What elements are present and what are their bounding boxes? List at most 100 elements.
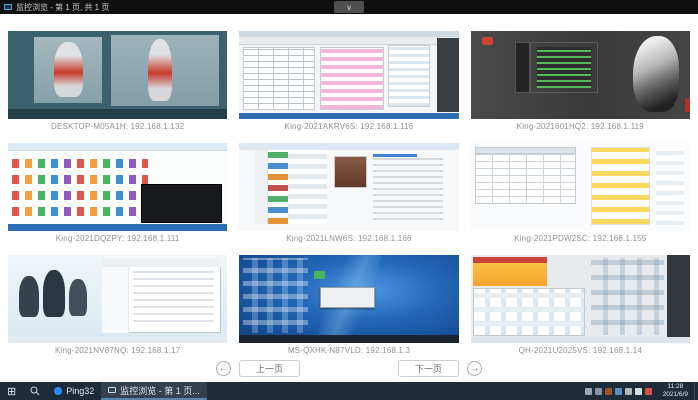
prev-page-group: ← 上一页 bbox=[215, 360, 300, 377]
search-icon bbox=[30, 386, 40, 396]
tray-icon-4[interactable] bbox=[614, 387, 622, 395]
remote-desktop-thumbnail[interactable] bbox=[239, 143, 459, 231]
thumbnail-caption: MS-QXHK-N87VLD: 192.168.1.3 bbox=[287, 346, 411, 355]
monitor-app-label: 监控浏览 - 第 1 页... bbox=[120, 385, 200, 396]
pagination: ← 上一页 下一页 → bbox=[0, 355, 698, 382]
preview-decor bbox=[470, 336, 690, 343]
prev-page-arrow-button[interactable]: ← bbox=[215, 361, 231, 376]
next-page-arrow-button[interactable]: → bbox=[467, 361, 483, 376]
preview-decor bbox=[481, 37, 493, 46]
remote-screen-cell-3[interactable]: King-2021601HQ2: 192.168.1.119 bbox=[470, 31, 690, 131]
preview-decor bbox=[373, 153, 417, 158]
thumbnail-caption: King-2021DQZPY: 192.168.1.111 bbox=[55, 234, 180, 243]
preview-decor bbox=[148, 38, 173, 101]
remote-desktop-thumbnail[interactable] bbox=[239, 255, 459, 343]
remote-desktop-thumbnail[interactable] bbox=[470, 143, 690, 231]
preview-decor bbox=[8, 336, 228, 343]
remote-desktop-thumbnail[interactable] bbox=[470, 255, 690, 343]
screens-grid: DESKTOP-M05A1H: 192.168.1.132 King-2021A… bbox=[0, 14, 698, 355]
windows-logo-icon: ⊞ bbox=[7, 385, 17, 398]
preview-decor bbox=[239, 143, 459, 151]
preview-decor bbox=[54, 42, 83, 97]
preview-decor bbox=[242, 257, 309, 334]
preview-decor bbox=[239, 112, 459, 119]
taskbar-clock[interactable]: 11:28 2021/6/9 bbox=[657, 382, 694, 400]
ping32-app-icon bbox=[54, 387, 63, 395]
start-button[interactable]: ⊞ bbox=[0, 382, 23, 400]
remote-desktop-thumbnail[interactable] bbox=[8, 255, 228, 343]
preview-decor bbox=[373, 153, 444, 224]
preview-decor bbox=[12, 154, 149, 217]
toolbar-dropdown-button[interactable]: ∨ bbox=[334, 1, 364, 13]
preview-decor bbox=[287, 150, 328, 224]
preview-decor bbox=[632, 36, 680, 112]
preview-decor bbox=[320, 286, 376, 308]
remote-desktop-thumbnail[interactable] bbox=[470, 31, 690, 119]
preview-decor bbox=[69, 278, 87, 316]
arrow-right-icon: → bbox=[469, 363, 480, 374]
next-page-group: 下一页 → bbox=[398, 360, 483, 377]
remote-screen-cell-7[interactable]: King-2021NV87NQ: 192.168.1.17 bbox=[8, 255, 228, 355]
preview-decor bbox=[239, 335, 459, 343]
thumbnail-caption: King-2021LNW6S: 192.168.1.166 bbox=[286, 234, 412, 243]
remote-screen-cell-2[interactable]: King-2021AKRV6S: 192.168.1.116 bbox=[239, 31, 459, 131]
tray-icon-2[interactable] bbox=[594, 387, 602, 395]
tray-icon-6[interactable] bbox=[634, 387, 642, 395]
clock-time: 11:28 bbox=[667, 383, 684, 390]
preview-decor bbox=[313, 270, 325, 279]
preview-decor bbox=[8, 143, 228, 151]
preview-decor bbox=[102, 267, 129, 334]
thumbnail-caption: DESKTOP-M05A1H: 192.168.1.132 bbox=[51, 122, 185, 131]
app-window: 监控浏览 - 第 1 页, 共 1 页 ∨ DESKTOP-M05A1H: 19… bbox=[0, 0, 698, 400]
preview-decor bbox=[239, 37, 459, 46]
preview-decor bbox=[655, 147, 685, 225]
preview-decor bbox=[388, 45, 431, 107]
show-desktop-button[interactable] bbox=[694, 382, 698, 400]
tray-icon-5[interactable] bbox=[624, 387, 632, 395]
preview-decor bbox=[529, 41, 598, 93]
preview-decor bbox=[591, 257, 664, 336]
remote-desktop-thumbnail[interactable] bbox=[8, 143, 228, 231]
tray-icon-1[interactable] bbox=[584, 387, 592, 395]
preview-decor bbox=[475, 154, 576, 204]
window-title: 监控浏览 - 第 1 页, 共 1 页 bbox=[16, 2, 110, 12]
remote-desktop-thumbnail[interactable] bbox=[239, 31, 459, 119]
thumbnail-caption: King-2021AKRV6S: 192.168.1.116 bbox=[284, 122, 414, 131]
preview-decor bbox=[242, 46, 315, 111]
preview-decor bbox=[8, 223, 228, 231]
preview-decor bbox=[133, 270, 215, 328]
system-tray bbox=[580, 382, 657, 400]
preview-decor bbox=[684, 97, 690, 112]
monitor-app-icon bbox=[108, 387, 117, 393]
preview-decor bbox=[436, 38, 459, 112]
preview-decor bbox=[475, 146, 576, 155]
preview-decor bbox=[472, 262, 548, 286]
remote-screen-cell-6[interactable]: King-2021PDW2SC: 192.168.1.155 bbox=[470, 143, 690, 243]
remote-screen-cell-1[interactable]: DESKTOP-M05A1H: 192.168.1.132 bbox=[8, 31, 228, 131]
remote-screen-cell-9[interactable]: QH-2021U2025VS: 192.168.1.14 bbox=[470, 255, 690, 355]
thumbnail-caption: King-2021NV87NQ: 192.168.1.17 bbox=[54, 346, 181, 355]
remote-screen-cell-4[interactable]: King-2021DQZPY: 192.168.1.111 bbox=[8, 143, 228, 243]
clock-date: 2021/6/9 bbox=[662, 391, 688, 398]
taskbar-app-monitor-active[interactable]: 监控浏览 - 第 1 页... bbox=[101, 382, 207, 400]
preview-decor bbox=[472, 288, 585, 336]
preview-decor bbox=[140, 184, 222, 224]
taskbar-app-ping32[interactable]: Ping32 bbox=[47, 382, 101, 400]
app-monitor-icon bbox=[4, 4, 12, 10]
tray-icon-3[interactable] bbox=[604, 387, 612, 395]
chevron-down-icon: ∨ bbox=[346, 2, 352, 12]
taskbar-spacer bbox=[207, 382, 580, 400]
arrow-left-icon: ← bbox=[218, 363, 229, 374]
preview-decor bbox=[267, 150, 288, 224]
prev-page-button[interactable]: 上一页 bbox=[238, 360, 300, 377]
remote-screen-cell-8[interactable]: MS-QXHK-N87VLD: 192.168.1.3 bbox=[239, 255, 459, 355]
remote-screen-cell-5[interactable]: King-2021LNW6S: 192.168.1.166 bbox=[239, 143, 459, 243]
search-button[interactable] bbox=[23, 382, 47, 400]
preview-decor bbox=[514, 41, 530, 93]
titlebar: 监控浏览 - 第 1 页, 共 1 页 ∨ bbox=[0, 0, 698, 14]
preview-decor bbox=[591, 147, 651, 225]
next-page-button[interactable]: 下一页 bbox=[398, 360, 460, 377]
preview-decor bbox=[666, 255, 690, 343]
remote-desktop-thumbnail[interactable] bbox=[8, 31, 228, 119]
tray-icon-7[interactable] bbox=[644, 387, 652, 395]
